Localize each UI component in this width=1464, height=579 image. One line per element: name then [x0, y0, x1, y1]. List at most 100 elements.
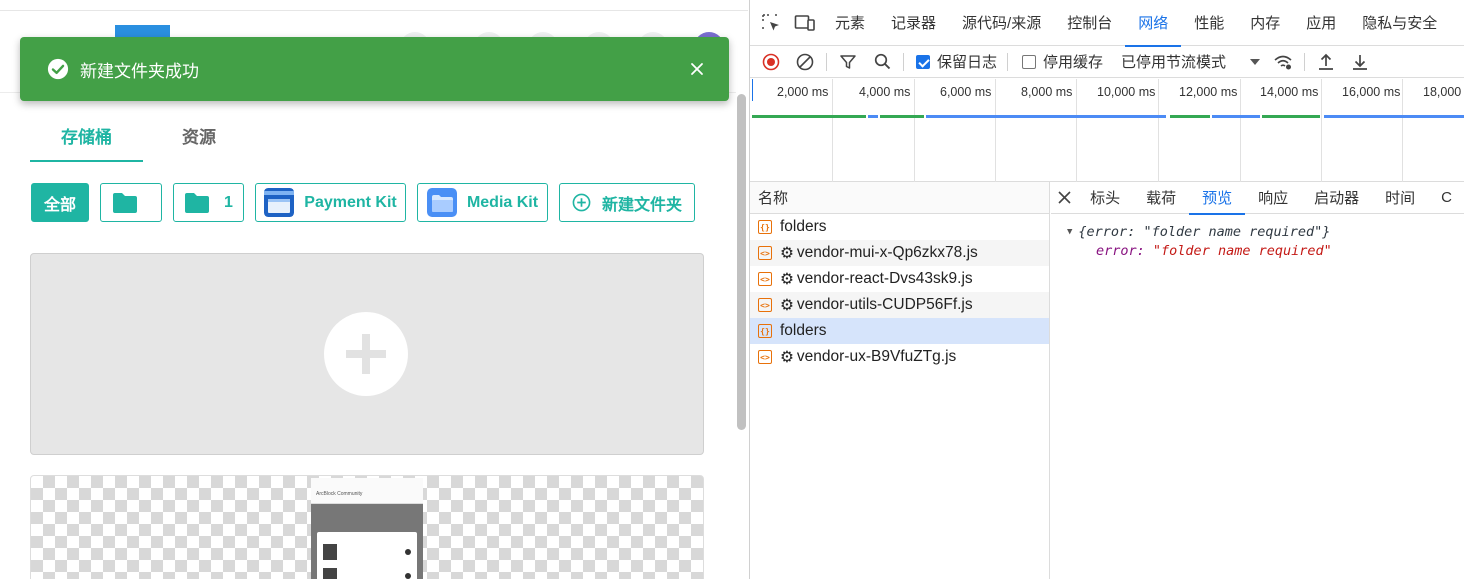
request-name: vendor-utils-CUDP56Ff.js — [796, 296, 973, 313]
tab-timing[interactable]: 时间 — [1372, 182, 1428, 214]
timeline-gridline — [1321, 79, 1322, 182]
phone-file-row — [323, 568, 411, 579]
stop-recording-icon[interactable] — [754, 46, 788, 78]
timeline-tick-label: 4,000 ms — [859, 85, 911, 99]
tab-initiator[interactable]: 启动器 — [1301, 182, 1372, 214]
tab-buckets[interactable]: 存储桶 — [30, 108, 143, 162]
clear-icon[interactable] — [788, 46, 822, 78]
export-har-icon[interactable] — [1343, 46, 1377, 78]
tab-response[interactable]: 响应 — [1245, 182, 1301, 214]
tab-privacy-security[interactable]: 隐私与安全 — [1349, 0, 1450, 46]
close-icon[interactable] — [690, 62, 704, 76]
plus-icon[interactable] — [324, 312, 408, 396]
name-column-header[interactable]: 名称 — [750, 182, 1049, 214]
import-har-icon[interactable] — [1309, 46, 1343, 78]
request-name: folders — [780, 218, 827, 235]
inspect-element-icon[interactable] — [754, 0, 788, 46]
tab-application[interactable]: 应用 — [1293, 0, 1349, 46]
add-circle-icon — [572, 193, 591, 212]
main-tabs: 存储桶 资源 — [30, 108, 255, 162]
preserve-log-checkbox[interactable] — [916, 54, 930, 69]
filter-icon[interactable] — [831, 46, 865, 78]
json-object-summary[interactable]: ▼ {error: "folder name required"} — [1067, 224, 1464, 240]
timeline-tick-label: 6,000 ms — [940, 85, 992, 99]
throttling-select[interactable]: 已停用节流模式 — [1121, 51, 1226, 72]
fetch-icon: {} — [758, 220, 772, 234]
tab-performance[interactable]: 性能 — [1181, 0, 1237, 46]
dropdown-arrow-icon[interactable] — [1250, 58, 1261, 65]
tab-headers[interactable]: 标头 — [1077, 182, 1133, 214]
tab-payload[interactable]: 载荷 — [1133, 182, 1189, 214]
app-scrollbar[interactable] — [736, 94, 746, 430]
timeline-bar — [868, 115, 878, 118]
gear-icon: ⚙ — [780, 296, 794, 314]
network-timeline-overview[interactable]: 2,000 ms 4,000 ms 6,000 ms 8,000 ms 10,0… — [750, 79, 1464, 182]
request-row[interactable]: <> ⚙ vendor-mui-x-Qp6zkx78.js — [750, 240, 1049, 266]
timeline-tick-label: 8,000 ms — [1021, 85, 1073, 99]
bucket-media-kit-button[interactable]: Media Kit — [417, 183, 548, 222]
gear-icon: ⚙ — [780, 244, 794, 262]
bucket-all-button[interactable]: 全部 — [31, 183, 89, 222]
disable-cache-label: 停用缓存 — [1043, 54, 1104, 71]
devtools-tabbar: 元素 记录器 源代码/来源 控制台 网络 性能 内存 应用 隐私与安全 — [750, 0, 1464, 47]
new-folder-button[interactable]: 新建文件夹 — [559, 183, 695, 222]
toolbar-divider — [826, 52, 827, 71]
device-toolbar-icon[interactable] — [788, 0, 822, 46]
request-row[interactable]: <> ⚙ vendor-utils-CUDP56Ff.js — [750, 292, 1049, 318]
close-icon[interactable] — [1051, 182, 1077, 214]
timeline-tick-label: 14,000 ms — [1260, 85, 1319, 99]
tab-elements[interactable]: 元素 — [822, 0, 878, 46]
timeline-gridline — [1158, 79, 1159, 182]
network-conditions-icon[interactable] — [1266, 46, 1300, 78]
toolbar-divider — [1304, 52, 1306, 71]
timeline-bar — [1170, 115, 1210, 118]
request-name: vendor-mui-x-Qp6zkx78.js — [796, 244, 978, 261]
bucket-folder-1-button[interactable]: 1 — [173, 183, 244, 222]
bucket-label: Media Kit — [466, 193, 539, 211]
request-detail-panel: 标头 载荷 预览 响应 启动器 时间 C ▼ {error: "folder n… — [1051, 182, 1464, 579]
tab-cookies[interactable]: C — [1428, 182, 1464, 214]
bucket-folder-button[interactable] — [100, 183, 162, 222]
request-list: 名称 {} folders <> ⚙ vendor-mui-x-Qp6zkx78… — [750, 182, 1050, 579]
bucket-label: 1 — [224, 193, 233, 211]
tab-resources[interactable]: 资源 — [143, 108, 255, 162]
request-row[interactable]: {} folders — [750, 214, 1049, 240]
tab-sources[interactable]: 源代码/来源 — [949, 0, 1054, 46]
tab-recorder[interactable]: 记录器 — [878, 0, 949, 46]
phone-community-label: ArcBlock Community — [316, 491, 363, 497]
request-row[interactable]: <> ⚙ vendor-ux-B9VfuZTg.js — [750, 344, 1049, 370]
bucket-payment-kit-button[interactable]: Payment Kit — [255, 183, 406, 222]
toolbar-divider — [903, 52, 904, 71]
expand-triangle-icon[interactable]: ▼ — [1067, 227, 1072, 237]
tab-network[interactable]: 网络 — [1125, 0, 1182, 47]
toolbar-divider — [1007, 52, 1009, 71]
json-value: "folder name required" — [1152, 243, 1332, 259]
timeline-gridline — [995, 79, 996, 182]
gear-icon: ⚙ — [780, 270, 794, 288]
upload-dropzone[interactable] — [30, 253, 704, 455]
timeline-gridline — [914, 79, 915, 182]
bucket-label: Payment Kit — [304, 193, 397, 211]
request-row-selected[interactable]: {} folders — [750, 318, 1049, 344]
json-preview: ▼ {error: "folder name required"} error:… — [1051, 214, 1464, 259]
request-name: folders — [780, 322, 827, 339]
json-key: error: — [1096, 243, 1145, 259]
search-icon[interactable] — [865, 46, 899, 78]
image-preview-card[interactable]: ArcBlock Community — [30, 475, 704, 579]
top-divider — [0, 10, 748, 11]
scrollbar-thumb[interactable] — [737, 94, 746, 430]
disable-cache-checkbox[interactable] — [1022, 54, 1037, 69]
request-row[interactable]: <> ⚙ vendor-react-Dvs43sk9.js — [750, 266, 1049, 292]
tab-preview[interactable]: 预览 — [1189, 182, 1246, 215]
timeline-tick-label: 2,000 ms — [777, 85, 829, 99]
phone-file-row — [323, 544, 411, 562]
timeline-gridline — [1076, 79, 1077, 182]
tab-memory[interactable]: 内存 — [1237, 0, 1293, 46]
timeline-gridline — [1240, 79, 1241, 182]
phone-screenshot-thumbnail: ArcBlock Community — [311, 478, 423, 579]
tab-console[interactable]: 控制台 — [1054, 0, 1125, 46]
timeline-cursor — [752, 79, 753, 101]
timeline-tick-label: 12,000 ms — [1179, 85, 1238, 99]
timeline-tick-label: 10,000 ms — [1097, 85, 1156, 99]
script-file-icon: <> — [758, 350, 772, 364]
